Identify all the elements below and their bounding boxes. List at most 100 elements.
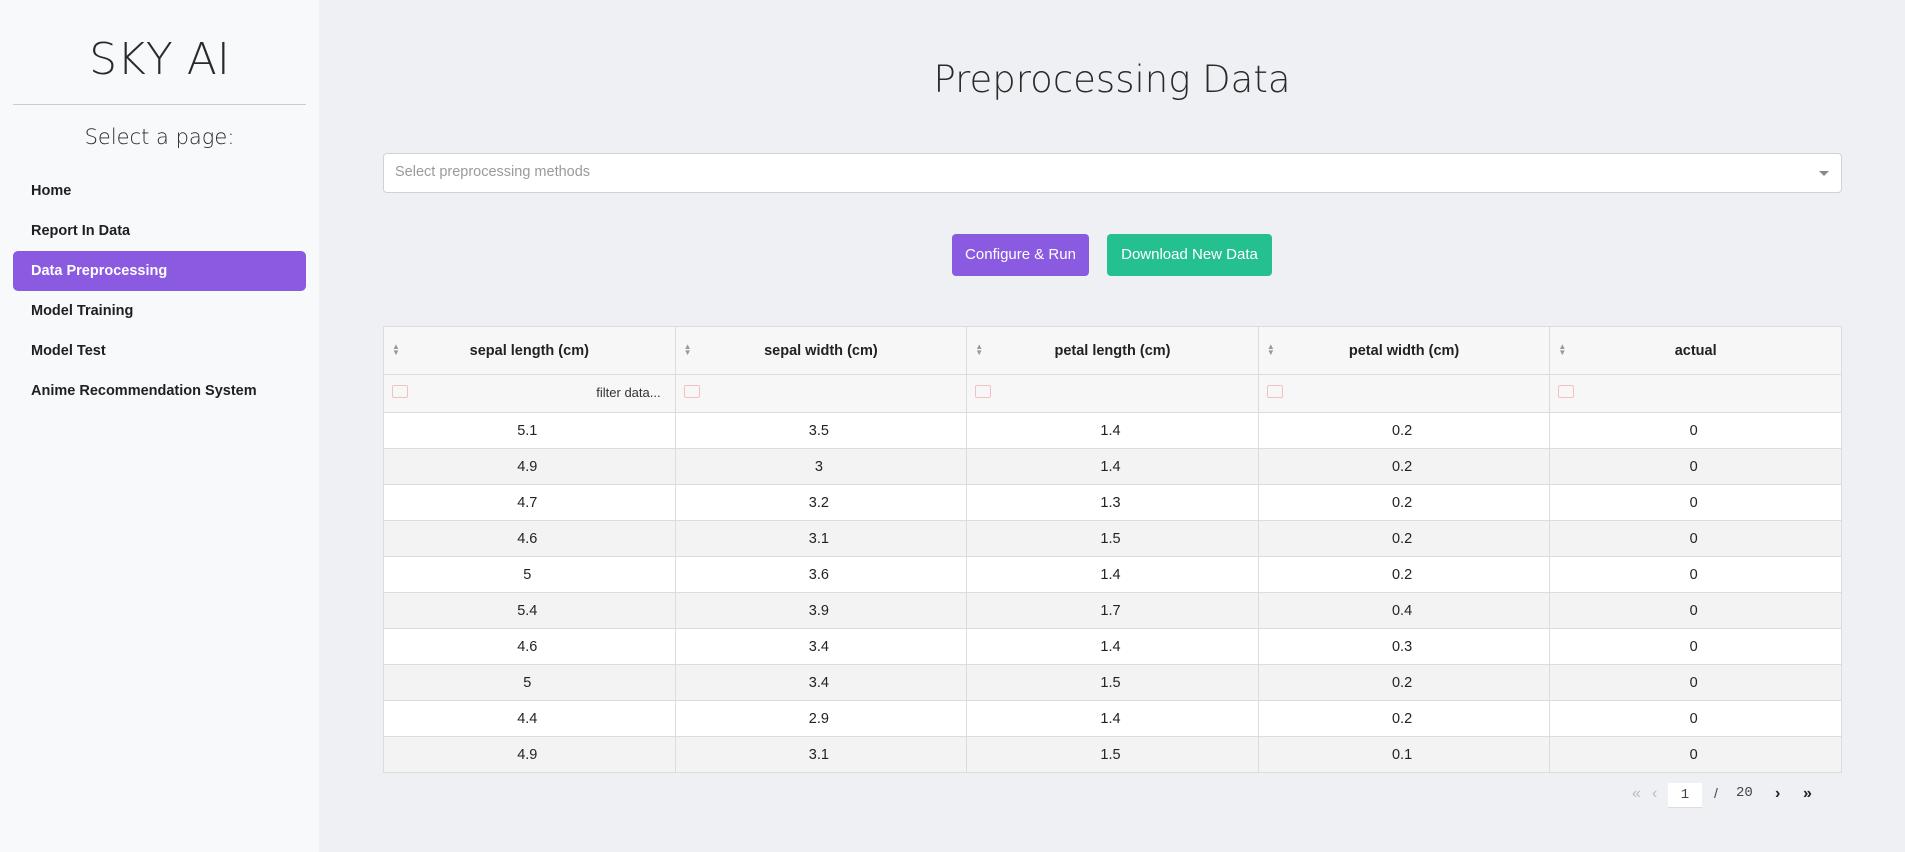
table-cell: 0	[1549, 592, 1842, 629]
table-row: 4.9 3.1 1.5 0.1 0	[383, 736, 1842, 773]
table-row: 4.7 3.2 1.3 0.2 0	[383, 484, 1842, 521]
table-cell: 4.6	[383, 520, 676, 557]
table-cell: 3.6	[674, 556, 968, 593]
table-cell: 1.3	[966, 484, 1259, 521]
table-body: 5.1 3.5 1.4 0.2 0 4.9 3 1.4 0.2 0 4.7 3.2 1.3 0.2 0 4.6…	[383, 412, 1842, 773]
column-header[interactable]: ▲ ▼ sepal length (cm)	[383, 326, 676, 375]
table-cell: 0.2	[1257, 412, 1551, 449]
sidebar-item-anime-recommendation[interactable]: Anime Recommendation System	[13, 371, 306, 411]
column-header-label: actual	[1674, 342, 1717, 359]
table-cell: 1.4	[966, 556, 1259, 593]
table-cell: 0	[1549, 664, 1842, 701]
table-cell: 1.4	[966, 628, 1259, 665]
filter-cell[interactable]: filter data...	[383, 374, 676, 413]
sidebar-item-model-test[interactable]: Model Test	[13, 331, 306, 371]
table-row: 5.4 3.9 1.7 0.4 0	[383, 592, 1842, 629]
table-cell: 4.7	[383, 484, 676, 521]
table-cell: 1.4	[966, 412, 1259, 449]
sidebar-nav: Home Report In Data Data Preprocessing M…	[0, 171, 319, 411]
preprocessing-methods-select[interactable]: Select preprocessing methods	[383, 153, 1842, 193]
filter-cell[interactable]	[966, 374, 1259, 413]
double-chevron-left-icon[interactable]: «	[1632, 783, 1641, 807]
column-header[interactable]: ▲ ▼ actual	[1549, 326, 1842, 375]
sidebar-item-report-in-data[interactable]: Report In Data	[13, 211, 306, 251]
column-header-label: petal length (cm)	[1054, 342, 1171, 359]
total-pages: 20	[1736, 785, 1753, 801]
table-cell: 0.3	[1257, 628, 1551, 665]
table-cell: 0	[1549, 484, 1842, 521]
brand-divider	[13, 104, 306, 105]
select-placeholder: Select preprocessing methods	[395, 164, 591, 180]
page-title: Preprocessing Data	[933, 58, 1291, 101]
sort-icon[interactable]: ▲ ▼	[1558, 343, 1566, 357]
table-cell: 1.5	[966, 664, 1259, 701]
page-number-input[interactable]: 1	[1668, 783, 1702, 808]
table-cell: 3	[674, 448, 968, 485]
chevron-left-icon[interactable]: ‹	[1652, 783, 1657, 807]
broken-image-icon	[392, 385, 408, 398]
table-cell: 1.5	[966, 520, 1259, 557]
filter-cell[interactable]	[674, 374, 968, 413]
column-header-label: petal width (cm)	[1348, 342, 1460, 359]
broken-image-icon	[683, 385, 700, 398]
chevron-right-icon[interactable]: ›	[1775, 783, 1780, 807]
filter-cell[interactable]	[1257, 374, 1551, 413]
sidebar-item-model-training[interactable]: Model Training	[13, 291, 306, 331]
download-new-data-button[interactable]: Download New Data	[1107, 234, 1272, 276]
column-header[interactable]: ▲ ▼ petal width (cm)	[1257, 326, 1551, 375]
table-row: 4.6 3.1 1.5 0.2 0	[383, 520, 1842, 557]
table-row: 4.4 2.9 1.4 0.2 0	[383, 700, 1842, 737]
sidebar-item-data-preprocessing[interactable]: Data Preprocessing	[13, 251, 306, 291]
table-cell: 3.1	[674, 520, 968, 557]
table-row: 4.9 3 1.4 0.2 0	[383, 448, 1842, 485]
column-header[interactable]: ▲ ▼ sepal width (cm)	[674, 326, 968, 375]
sort-icon[interactable]: ▲ ▼	[684, 343, 692, 357]
filter-row: filter data...	[383, 374, 1842, 413]
header-row: ▲ ▼ sepal length (cm) ▲ ▼ sepal width (cm) ▲…	[383, 326, 1842, 375]
table-cell: 0	[1549, 448, 1842, 485]
table-cell: 0.2	[1257, 484, 1551, 521]
caret-down-icon[interactable]	[1819, 171, 1829, 176]
table-cell: 4.6	[383, 628, 676, 665]
table-cell: 0.2	[1257, 700, 1551, 737]
table-cell: 0	[1549, 556, 1842, 593]
table-cell: 1.5	[966, 736, 1259, 773]
table-cell: 3.2	[674, 484, 968, 521]
table-cell: 1.7	[966, 592, 1259, 629]
broken-image-icon	[1558, 385, 1575, 398]
table-cell: 4.9	[383, 448, 676, 485]
table-cell: 3.4	[674, 628, 968, 665]
data-table: ▲ ▼ sepal length (cm) ▲ ▼ sepal width (cm) ▲…	[383, 326, 1842, 773]
table-cell: 5	[383, 664, 676, 701]
table-row: 5 3.4 1.5 0.2 0	[383, 664, 1842, 701]
table-row: 5 3.6 1.4 0.2 0	[383, 556, 1842, 593]
table-cell: 1.4	[966, 448, 1259, 485]
sidebar-item-home[interactable]: Home	[13, 171, 306, 211]
main-content: Preprocessing Data Select preprocessing …	[319, 0, 1905, 852]
table-cell: 0.2	[1257, 664, 1551, 701]
table-cell: 0	[1549, 412, 1842, 449]
sort-icon[interactable]: ▲ ▼	[975, 343, 983, 357]
table-cell: 0	[1549, 700, 1842, 737]
table-cell: 4.4	[383, 700, 676, 737]
table-cell: 0.4	[1257, 592, 1551, 629]
page-separator: /	[1714, 785, 1718, 801]
sidebar: SKY AI Select a page: Home Report In Dat…	[0, 0, 319, 852]
sort-icon[interactable]: ▲ ▼	[392, 343, 400, 357]
table-row: 4.6 3.4 1.4 0.3 0	[383, 628, 1842, 665]
table-cell: 0.2	[1257, 556, 1551, 593]
configure-run-button[interactable]: Configure & Run	[952, 234, 1089, 276]
table-cell: 1.4	[966, 700, 1259, 737]
broken-image-icon	[975, 385, 992, 398]
table-cell: 0.1	[1257, 736, 1551, 773]
filter-cell[interactable]	[1549, 374, 1842, 413]
sort-icon[interactable]: ▲ ▼	[1267, 343, 1275, 357]
table-cell: 5.4	[383, 592, 676, 629]
table-cell: 3.4	[674, 664, 968, 701]
table-cell: 4.9	[383, 736, 676, 773]
double-chevron-right-icon[interactable]: »	[1803, 783, 1812, 807]
table-cell: 3.9	[674, 592, 968, 629]
table-cell: 5.1	[383, 412, 676, 449]
brand-title: SKY AI	[89, 34, 230, 85]
column-header[interactable]: ▲ ▼ petal length (cm)	[966, 326, 1259, 375]
